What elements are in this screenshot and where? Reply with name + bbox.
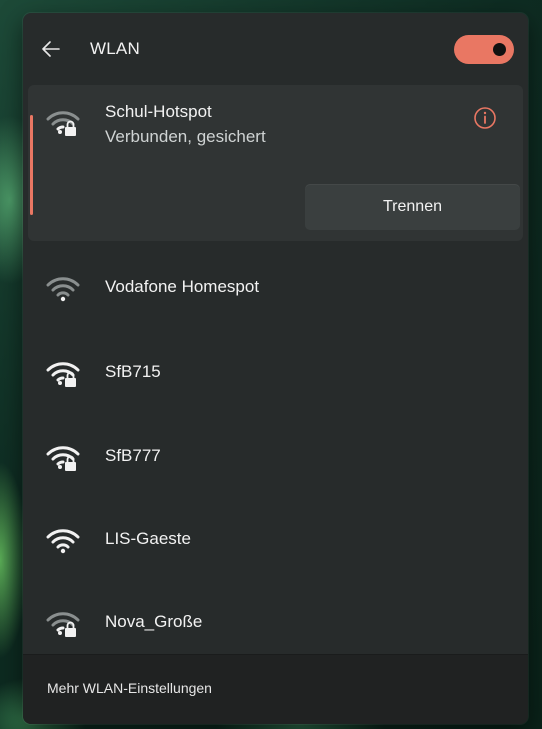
network-name: Schul-Hotspot (105, 102, 212, 121)
page-title: WLAN (90, 39, 140, 58)
back-button[interactable] (35, 33, 67, 65)
network-item-sfb715[interactable]: SfB715 (28, 338, 523, 408)
network-item-vodafone-homespot[interactable]: Vodafone Homespot (28, 253, 523, 323)
network-status: Verbunden, gesichert (105, 127, 266, 146)
more-wlan-settings-link[interactable]: Mehr WLAN-Einstellungen (47, 680, 212, 696)
network-name: Nova_Große (105, 612, 203, 631)
wifi-flyout: WLAN Schul-Hotspot Verbunden, gesichert (23, 13, 528, 724)
network-name: Vodafone Homespot (105, 277, 260, 296)
network-item-lis-gaeste[interactable]: LIS-Gaeste (28, 505, 523, 575)
wifi-full-icon (46, 529, 80, 554)
wifi-secured-icon (46, 362, 80, 387)
wifi-weak-icon (46, 277, 80, 302)
arrow-left-icon (42, 41, 60, 57)
toggle-knob (493, 43, 506, 56)
network-item-schul-hotspot[interactable]: Schul-Hotspot Verbunden, gesichert Trenn… (28, 85, 523, 241)
info-icon[interactable] (472, 105, 498, 131)
wifi-secured-icon (46, 111, 80, 136)
flyout-header: WLAN (23, 13, 528, 85)
wifi-secured-icon (46, 446, 80, 471)
selection-indicator (30, 115, 33, 215)
disconnect-button[interactable]: Trennen (305, 184, 520, 230)
wlan-toggle[interactable] (454, 35, 514, 64)
flyout-footer: Mehr WLAN-Einstellungen (23, 654, 528, 724)
network-item-sfb777[interactable]: SfB777 (28, 422, 523, 492)
network-name: SfB715 (105, 362, 161, 381)
wifi-secured-weak-icon (46, 612, 80, 637)
network-item-nova-grosse[interactable]: Nova_Große (28, 588, 523, 658)
network-name: LIS-Gaeste (105, 529, 191, 548)
network-name: SfB777 (105, 446, 161, 465)
